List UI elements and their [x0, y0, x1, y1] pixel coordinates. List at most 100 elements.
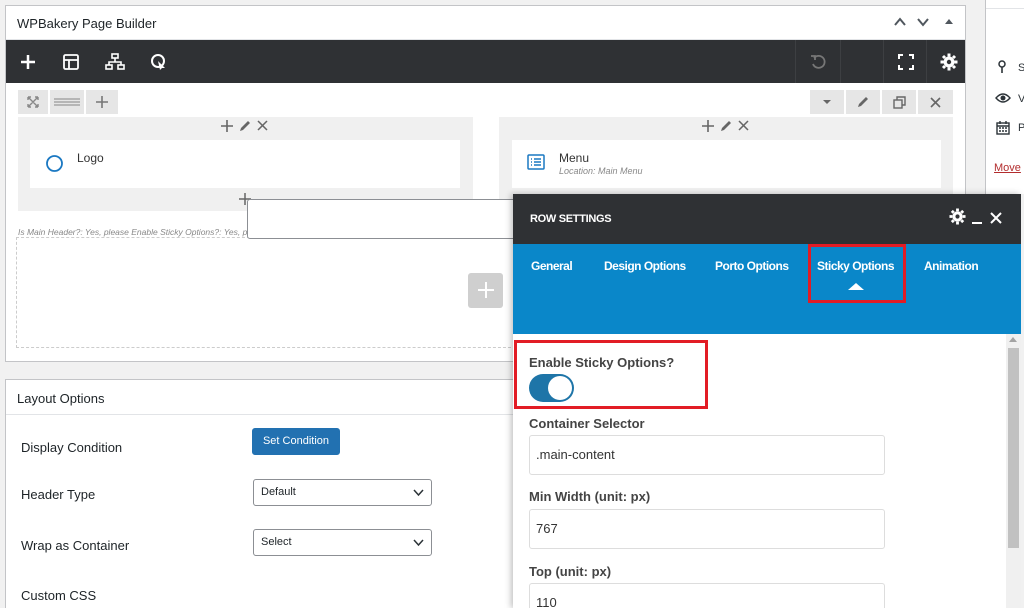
row-delete-button[interactable] [918, 90, 953, 114]
visibility-label: V [1018, 93, 1024, 105]
header-type-value: Default [261, 486, 296, 498]
element-title: Logo [77, 151, 104, 165]
active-tab-indicator [848, 283, 864, 290]
empty-row [16, 237, 516, 348]
add-element-button[interactable] [6, 40, 50, 83]
move-up-icon[interactable] [893, 15, 907, 29]
move-arrows-icon [27, 96, 39, 108]
close-icon [738, 120, 749, 131]
panel-tab-bar [513, 244, 1021, 334]
columns-icon [54, 98, 80, 106]
move-to-trash-link[interactable]: Move [994, 162, 1021, 174]
publish-date-label: P [1018, 122, 1024, 134]
tab-animation[interactable]: Animation [924, 259, 979, 273]
builder-toolbar [6, 40, 965, 83]
clone-icon [892, 95, 906, 109]
templates-button[interactable] [49, 40, 93, 83]
top-input[interactable]: 110 [529, 583, 885, 608]
wrap-container-label: Wrap as Container [21, 538, 130, 553]
row-collapse-button[interactable] [810, 90, 844, 114]
set-condition-button[interactable]: Set Condition [252, 428, 340, 455]
minimize-icon [972, 222, 982, 224]
custom-css-textarea[interactable] [247, 199, 527, 239]
chevron-down-icon [823, 100, 831, 104]
logo-element[interactable]: Logo [30, 140, 460, 188]
cursor-target-icon [151, 53, 165, 70]
panel-header: ROW SETTINGS [513, 194, 1021, 244]
header-type-label: Header Type [21, 487, 96, 502]
menu-list-icon [527, 154, 545, 170]
plus-icon [21, 54, 35, 69]
plus-icon [702, 120, 714, 132]
tab-design-options[interactable]: Design Options [604, 259, 686, 273]
row-clone-button[interactable] [882, 90, 916, 114]
sticky-tab-highlight [808, 244, 906, 303]
plus-icon [221, 120, 233, 132]
panel-title: ROW SETTINGS [530, 213, 612, 225]
row-info-text: Is Main Header?: Yes, please Enable Stic… [18, 227, 268, 237]
plus-icon [477, 282, 494, 298]
add-element-in-row-button[interactable] [468, 273, 503, 308]
close-icon [257, 120, 268, 131]
element-subtitle: Location: Main Menu [559, 166, 643, 176]
enable-sticky-label: Enable Sticky Options? [529, 355, 675, 370]
layout-options-title: Layout Options [17, 391, 105, 406]
wrap-container-select[interactable]: Select [253, 529, 432, 556]
fullscreen-button[interactable] [884, 40, 928, 83]
minimize-button[interactable] [971, 209, 983, 231]
custom-css-label: Custom CSS [21, 588, 97, 603]
container-selector-input[interactable]: .main-content [529, 435, 885, 475]
circle-icon [46, 155, 63, 172]
column-1-controls [221, 119, 271, 136]
column-2-controls [702, 119, 752, 136]
panel-settings-button[interactable] [949, 208, 966, 231]
container-selector-label: Container Selector [529, 416, 645, 431]
row-edit-button[interactable] [846, 90, 880, 114]
scroll-up-arrow[interactable] [1009, 337, 1017, 342]
page-settings-button[interactable] [927, 40, 971, 83]
pencil-icon [858, 97, 868, 107]
toggle-knob [548, 376, 572, 400]
layout-icon [63, 53, 79, 70]
move-down-icon[interactable] [916, 15, 930, 29]
sitemap-icon [105, 52, 125, 70]
navigator-button[interactable] [93, 40, 137, 83]
row-add-column-button[interactable] [86, 90, 118, 114]
undo-icon [811, 54, 826, 69]
builder-title: WPBakery Page Builder [17, 16, 157, 31]
wrap-container-value: Select [261, 536, 292, 548]
element-title: Menu [559, 151, 590, 165]
fullscreen-icon [898, 53, 914, 70]
toggle-panel-icon[interactable] [942, 15, 956, 29]
frontend-editor-button[interactable] [137, 40, 181, 83]
enable-sticky-toggle[interactable] [529, 374, 574, 402]
status-label: S [1018, 62, 1024, 74]
eye-icon [995, 92, 1011, 107]
tab-porto-options[interactable]: Porto Options [715, 259, 789, 273]
menu-element[interactable]: Menu Location: Main Menu [512, 140, 941, 188]
gear-icon [949, 208, 966, 225]
builder-header: WPBakery Page Builder [6, 6, 965, 40]
tab-general[interactable]: General [531, 259, 573, 273]
header-type-select[interactable]: Default [253, 479, 432, 506]
row-move-handle[interactable] [18, 90, 48, 114]
pencil-icon [721, 121, 731, 131]
min-width-label: Min Width (unit: px) [529, 489, 651, 504]
top-label: Top (unit: px) [529, 564, 612, 579]
calendar-icon [996, 121, 1010, 138]
pencil-icon [240, 121, 250, 131]
undo-button[interactable] [796, 40, 840, 83]
min-width-input[interactable]: 767 [529, 509, 885, 549]
scroll-thumb[interactable] [1008, 348, 1019, 548]
panel-scrollbar[interactable] [1006, 334, 1021, 608]
close-icon [990, 212, 1002, 224]
plus-icon [96, 96, 108, 108]
layout-options-box: Layout Options Display Condition Set Con… [5, 379, 525, 608]
close-icon [930, 96, 941, 108]
chevron-down-icon [413, 530, 424, 565]
chevron-down-icon [413, 480, 424, 515]
row-layout-button[interactable] [50, 90, 84, 114]
gear-icon [940, 53, 958, 70]
close-panel-button[interactable] [990, 210, 1002, 230]
display-condition-label: Display Condition [21, 440, 123, 455]
